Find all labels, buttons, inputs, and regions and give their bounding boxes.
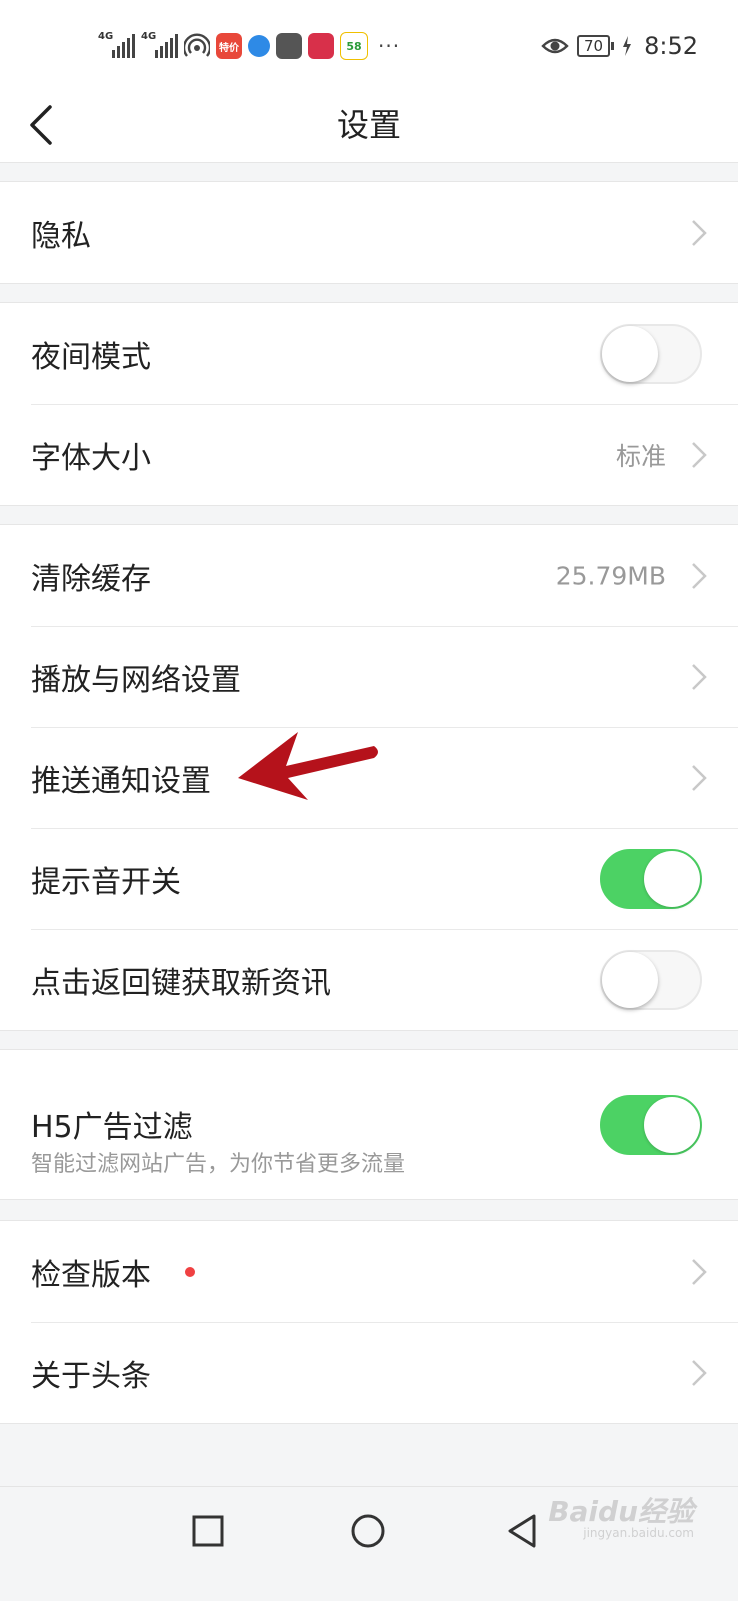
app-notification-icon-3 — [276, 33, 302, 59]
font-size-row[interactable]: 字体大小 标准 — [0, 404, 738, 505]
header-bar: 设置 — [0, 92, 738, 163]
recent-apps-icon[interactable] — [186, 1509, 230, 1553]
check-version-row[interactable]: 检查版本 — [0, 1221, 738, 1322]
chevron-right-icon — [692, 1258, 707, 1285]
eye-comfort-icon — [541, 36, 569, 56]
settings-group-privacy: 隐私 — [0, 181, 738, 284]
watermark-url: jingyan.baidu.com — [583, 1526, 694, 1540]
push-notification-label: 推送通知设置 — [31, 763, 211, 799]
update-badge-dot — [185, 1266, 195, 1277]
app-notification-icon-1: 特价 — [216, 33, 242, 59]
night-mode-label: 夜间模式 — [31, 339, 151, 375]
playback-network-label: 播放与网络设置 — [31, 662, 241, 698]
app-notification-icon-5: 58 — [340, 32, 368, 60]
toggle-knob — [644, 850, 700, 907]
signal-strength-icon: 4G — [98, 31, 135, 58]
back-refresh-toggle[interactable] — [600, 949, 702, 1010]
about-row[interactable]: 关于头条 — [0, 1322, 738, 1423]
home-icon[interactable] — [346, 1509, 390, 1553]
privacy-label: 隐私 — [31, 218, 91, 254]
privacy-row[interactable]: 隐私 — [0, 182, 738, 283]
back-arrow-icon — [30, 105, 52, 145]
h5-ad-filter-row: H5广告过滤 智能过滤网站广告，为你节省更多流量 — [0, 1050, 738, 1199]
h5-ad-filter-description: 智能过滤网站广告，为你节省更多流量 — [31, 1152, 406, 1177]
status-icons-right: 70 8:52 — [541, 28, 698, 64]
app-notification-icon-2 — [248, 35, 270, 57]
night-mode-row: 夜间模式 — [0, 303, 738, 404]
font-size-label: 字体大小 — [31, 440, 151, 476]
watermark: Baidu经验 jingyan.baidu.com — [548, 1490, 694, 1540]
toggle-knob — [644, 1096, 700, 1153]
app-notification-icon-4 — [308, 33, 334, 59]
h5-ad-filter-toggle[interactable] — [600, 1094, 702, 1155]
sound-switch-toggle[interactable] — [600, 848, 702, 909]
back-refresh-row: 点击返回键获取新资讯 — [0, 929, 738, 1030]
settings-group-display: 夜间模式 字体大小 标准 — [0, 302, 738, 506]
chevron-right-icon — [692, 1359, 707, 1386]
clear-cache-row[interactable]: 清除缓存 25.79MB — [0, 525, 738, 626]
sound-switch-row: 提示音开关 — [0, 828, 738, 929]
settings-group-ad-filter: H5广告过滤 智能过滤网站广告，为你节省更多流量 — [0, 1049, 738, 1200]
status-bar: 4G 4G 特价 58 ··· 70 8:52 — [0, 0, 738, 92]
annotation-arrow-icon — [238, 732, 378, 800]
sound-switch-label: 提示音开关 — [31, 864, 181, 900]
watermark-text: Baidu经验 — [548, 1495, 694, 1528]
hotspot-icon — [182, 33, 212, 59]
charging-icon — [622, 36, 632, 56]
network-type-label-2: 4G — [141, 31, 157, 42]
check-version-label: 检查版本 — [31, 1257, 151, 1293]
chevron-right-icon — [692, 441, 707, 468]
chevron-right-icon — [692, 663, 707, 690]
page-title: 设置 — [336, 106, 401, 144]
font-size-value: 标准 — [615, 441, 666, 471]
more-notifications-icon: ··· — [378, 34, 401, 58]
chevron-right-icon — [692, 562, 707, 589]
cache-size-value: 25.79MB — [555, 561, 666, 590]
chevron-right-icon — [692, 219, 707, 246]
playback-network-row[interactable]: 播放与网络设置 — [0, 626, 738, 727]
battery-level: 70 — [577, 35, 615, 57]
h5-ad-filter-label: H5广告过滤 — [31, 1110, 193, 1145]
chevron-right-icon — [692, 764, 707, 791]
back-button[interactable] — [26, 100, 66, 150]
toggle-knob — [602, 325, 658, 382]
back-refresh-label: 点击返回键获取新资讯 — [31, 965, 331, 1001]
network-type-label: 4G — [98, 31, 114, 42]
status-icons-left: 4G 4G 特价 58 ··· — [98, 28, 400, 64]
toggle-knob — [602, 951, 658, 1008]
clear-cache-label: 清除缓存 — [31, 561, 151, 597]
night-mode-toggle[interactable] — [600, 323, 702, 384]
about-label: 关于头条 — [31, 1358, 151, 1394]
status-time: 8:52 — [644, 32, 698, 60]
settings-group-about: 检查版本 关于头条 — [0, 1220, 738, 1424]
signal-strength-icon-2: 4G — [141, 31, 178, 58]
system-back-icon[interactable] — [500, 1509, 544, 1553]
